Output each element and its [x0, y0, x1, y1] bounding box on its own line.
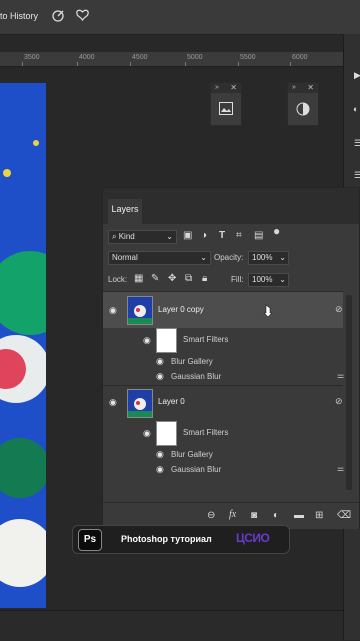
chevron-down-icon: ⌄	[200, 253, 207, 262]
brush-pressure-icon[interactable]	[51, 9, 65, 23]
fill-input[interactable]: 100% ⌄	[248, 273, 289, 287]
ruler-tick: 6000	[292, 54, 308, 61]
new-layer-icon[interactable]: ⊞	[315, 511, 323, 521]
smart-filter-mask	[156, 421, 177, 446]
chevron-down-icon: ⌄	[279, 275, 286, 284]
filter-row[interactable]: ◉ Blur Gallery	[103, 354, 343, 368]
list-icon[interactable]: ☰	[354, 138, 360, 149]
fill-label: Fill:	[231, 275, 244, 284]
filter-options-icon[interactable]: ⚌	[337, 464, 344, 473]
chevron-down-icon: ⌄	[279, 253, 286, 262]
lock-transparent-icon[interactable]: ▦	[134, 274, 143, 284]
eye-icon[interactable]: ◉	[109, 397, 119, 407]
blend-mode-value: Normal	[112, 253, 138, 262]
smart-object-icon: ⊘	[335, 396, 343, 406]
tab-layers[interactable]: Layers	[108, 199, 142, 224]
ruler-tick: 3500	[24, 54, 40, 61]
layers-scrollbar[interactable]	[346, 295, 352, 490]
ruler-tick: 5500	[240, 54, 256, 61]
adjustment-icon[interactable]: ◐	[273, 511, 279, 521]
search-icon: ⌕	[112, 232, 117, 241]
mask-icon[interactable]: ◙	[251, 511, 257, 521]
lock-all-icon[interactable]: 🔒︎	[202, 274, 207, 284]
photoshop-logo: Ps	[78, 529, 102, 551]
layer-name[interactable]: Layer 0 copy	[158, 305, 204, 314]
layers-panel: Layers ⌕ Kind ⌄ ▣ ◑ T ⌗ ▤ ● Normal ⌄ Opa…	[102, 187, 360, 529]
watermark-text: Photoshop туториал	[121, 534, 212, 544]
filter-name: Gaussian Blur	[171, 372, 222, 381]
smart-filter-mask	[156, 328, 177, 353]
layers-titlebar: Layers	[103, 188, 359, 224]
filter-row[interactable]: ◉ Gaussian Blur ⚌	[103, 369, 344, 383]
play-icon[interactable]: ▶	[354, 70, 360, 81]
filter-kind-select[interactable]: ⌕ Kind ⌄	[108, 230, 177, 244]
history-label[interactable]: to History	[0, 11, 38, 21]
image-panel-icon[interactable]	[219, 102, 233, 115]
opacity-value: 100%	[252, 253, 273, 262]
artwork-image	[0, 83, 46, 608]
eye-icon[interactable]: ◉	[156, 464, 166, 474]
filter-row[interactable]: ◉ Blur Gallery	[103, 447, 343, 461]
chevron-down-icon: ⌄	[166, 232, 173, 241]
layer-name[interactable]: Layer 0	[158, 397, 185, 406]
layer-thumbnail	[127, 296, 153, 325]
mouse-cursor-icon	[263, 304, 273, 318]
smart-filters-label: Smart Filters	[183, 428, 229, 437]
filter-options-icon[interactable]: ⚌	[337, 371, 344, 380]
filter-kind-value: Kind	[118, 232, 135, 241]
ruler-tick: 5000	[187, 54, 203, 61]
smart-filters-label: Smart Filters	[183, 335, 229, 344]
eye-icon[interactable]: ◉	[156, 356, 166, 366]
image-filter-icon[interactable]: ▣	[183, 231, 192, 241]
ruler-tick: 4500	[132, 54, 148, 61]
lock-image-icon[interactable]: ✎	[151, 274, 159, 284]
circle-icon[interactable]: ◐	[353, 104, 358, 114]
adjustments-icon[interactable]	[296, 102, 310, 116]
mini-panel-images: » ✕	[210, 82, 242, 126]
lock-artboard-icon[interactable]: ⧉	[185, 274, 192, 284]
smart-filters-row[interactable]: ◉ Smart Filters	[103, 421, 343, 446]
layer-thumbnail	[127, 389, 153, 418]
layer-row-selected[interactable]: ◉ Layer 0 copy ⊘	[103, 292, 343, 328]
eye-icon[interactable]: ◉	[143, 335, 153, 345]
smart-object-filter-icon[interactable]: ▤	[254, 231, 263, 241]
eye-icon[interactable]: ◉	[109, 305, 119, 315]
smart-filters-row[interactable]: ◉ Smart Filters	[103, 328, 343, 353]
filter-row[interactable]: ◉ Gaussian Blur ⚌	[103, 462, 344, 476]
eye-icon[interactable]: ◉	[156, 371, 166, 381]
ruler-tick: 4000	[79, 54, 95, 61]
filter-name: Blur Gallery	[171, 450, 213, 459]
opacity-label: Opacity:	[214, 253, 244, 262]
eye-icon[interactable]: ◉	[143, 428, 153, 438]
horizontal-ruler: 3500 4000 4500 5000 5500 6000	[0, 52, 343, 67]
eye-icon[interactable]: ◉	[156, 449, 166, 459]
butterfly-icon[interactable]	[75, 9, 90, 23]
shape-filter-icon[interactable]: ⌗	[236, 231, 242, 241]
link-icon[interactable]: ⊖	[207, 511, 215, 521]
layer-row[interactable]: ◉ Layer 0 ⊘	[103, 386, 343, 418]
trash-icon[interactable]: ⌫	[337, 511, 351, 521]
type-filter-icon[interactable]: T	[219, 231, 225, 241]
folder-icon[interactable]: ▬	[294, 511, 304, 521]
fx-icon[interactable]: fx	[229, 510, 236, 520]
channel-logo: ЦСИО	[236, 531, 270, 545]
fill-value: 100%	[252, 275, 273, 284]
options-bar: to History	[0, 0, 360, 35]
filter-name: Gaussian Blur	[171, 465, 222, 474]
lock-position-icon[interactable]: ✥	[168, 274, 176, 284]
list-icon[interactable]: ☰	[354, 170, 360, 181]
watermark-bar: Ps Photoshop туториал ЦСИО	[72, 525, 290, 554]
canvas-artwork	[0, 83, 46, 608]
mini-panel-adjustments: » ✕	[287, 82, 319, 126]
opacity-input[interactable]: 100% ⌄	[248, 251, 289, 265]
smart-object-icon: ⊘	[335, 304, 343, 314]
lock-label: Lock:	[108, 275, 128, 284]
blend-mode-select[interactable]: Normal ⌄	[108, 251, 211, 265]
filter-name: Blur Gallery	[171, 357, 213, 366]
adjustment-filter-icon[interactable]: ◑	[201, 231, 207, 241]
filter-toggle-icon[interactable]: ●	[273, 225, 280, 237]
bottom-status-area	[0, 610, 343, 641]
